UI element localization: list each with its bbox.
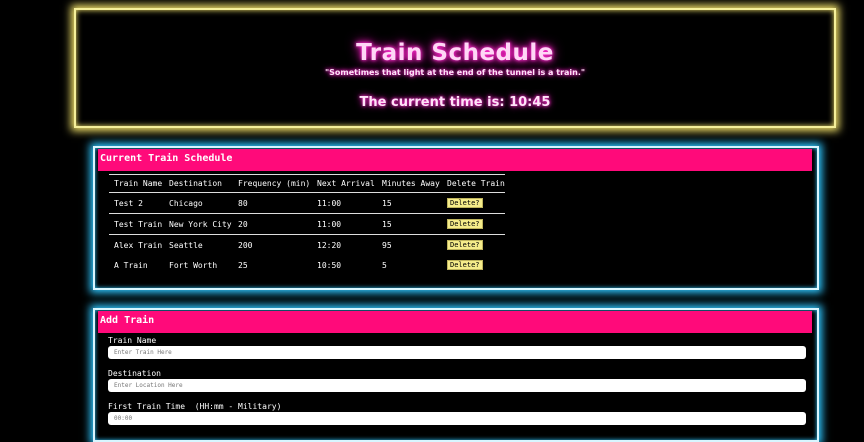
- table-header-row: Train Name Destination Frequency (min) N…: [109, 174, 505, 193]
- first-train-time-input[interactable]: [108, 412, 806, 425]
- cell-frequency: 80: [233, 192, 312, 214]
- train-name-label: Train Name: [108, 336, 157, 345]
- cell-name: A Train: [114, 260, 148, 270]
- train-name-input[interactable]: [108, 346, 806, 359]
- schedule-heading: Current Train Schedule: [98, 149, 812, 171]
- schedule-table: Train Name Destination Frequency (min) N…: [109, 174, 505, 275]
- delete-button[interactable]: Delete?: [447, 219, 483, 229]
- col-next-arrival: Next Arrival: [312, 174, 377, 193]
- col-delete-train: Delete Train: [442, 174, 505, 193]
- cell-minutes-away: 15: [377, 192, 442, 214]
- delete-button[interactable]: Delete?: [447, 240, 483, 250]
- cell-delete: Delete?: [442, 255, 505, 275]
- cell-minutes-away: 15: [377, 213, 442, 235]
- destination-label: Destination: [108, 369, 161, 378]
- cell-delete: Delete?: [442, 192, 505, 214]
- add-train-heading: Add Train: [98, 311, 812, 333]
- tagline-quote: "Sometimes that light at the end of the …: [324, 68, 586, 77]
- table-row: Alex Train Seattle 200 12:20 95 Delete?: [109, 235, 505, 256]
- col-frequency: Frequency (min): [233, 174, 312, 193]
- cell-name: Test 2: [109, 192, 164, 214]
- cell-destination: New York City: [164, 213, 233, 235]
- cell-delete: Delete?: [442, 213, 505, 235]
- current-time: The current time is: 10:45: [359, 95, 551, 110]
- header-banner: Train Schedule "Sometimes that light at …: [74, 8, 836, 128]
- add-train-panel: Add Train Train Name Destination First T…: [93, 308, 819, 442]
- table-row: A Train Fort Worth 25 10:50 5 Delete?: [109, 255, 505, 275]
- delete-button[interactable]: Delete?: [447, 198, 483, 208]
- cell-next-arrival: 11:00: [312, 192, 377, 214]
- cell-minutes-away: 5: [382, 260, 387, 270]
- cell-next-arrival: 10:50: [317, 260, 342, 270]
- cell-frequency: 200: [238, 240, 253, 250]
- cell-delete: Delete?: [442, 235, 505, 256]
- cell-next-arrival: 12:20: [317, 240, 342, 250]
- cell-next-arrival: 11:00: [312, 213, 377, 235]
- schedule-panel: Current Train Schedule Train Name Destin…: [93, 146, 819, 290]
- cell-name: Alex Train: [114, 240, 163, 250]
- cell-destination: Seattle: [169, 240, 203, 250]
- col-destination: Destination: [164, 174, 233, 193]
- cell-minutes-away: 95: [382, 240, 392, 250]
- table-row: Test 2 Chicago 80 11:00 15 Delete?: [109, 192, 505, 214]
- cell-destination: Fort Worth: [169, 260, 218, 270]
- first-train-time-label: First Train Time (HH:mm - Military): [108, 402, 282, 411]
- cell-frequency: 20: [233, 213, 312, 235]
- destination-input[interactable]: [108, 379, 806, 392]
- col-minutes-away: Minutes Away: [377, 174, 442, 193]
- cell-destination: Chicago: [164, 192, 233, 214]
- delete-button[interactable]: Delete?: [447, 260, 483, 270]
- cell-name: Test Train: [109, 213, 164, 235]
- table-row: Test Train New York City 20 11:00 15 Del…: [109, 213, 505, 235]
- cell-frequency: 25: [238, 260, 248, 270]
- page-title: Train Schedule: [356, 40, 554, 66]
- col-train-name: Train Name: [109, 174, 164, 193]
